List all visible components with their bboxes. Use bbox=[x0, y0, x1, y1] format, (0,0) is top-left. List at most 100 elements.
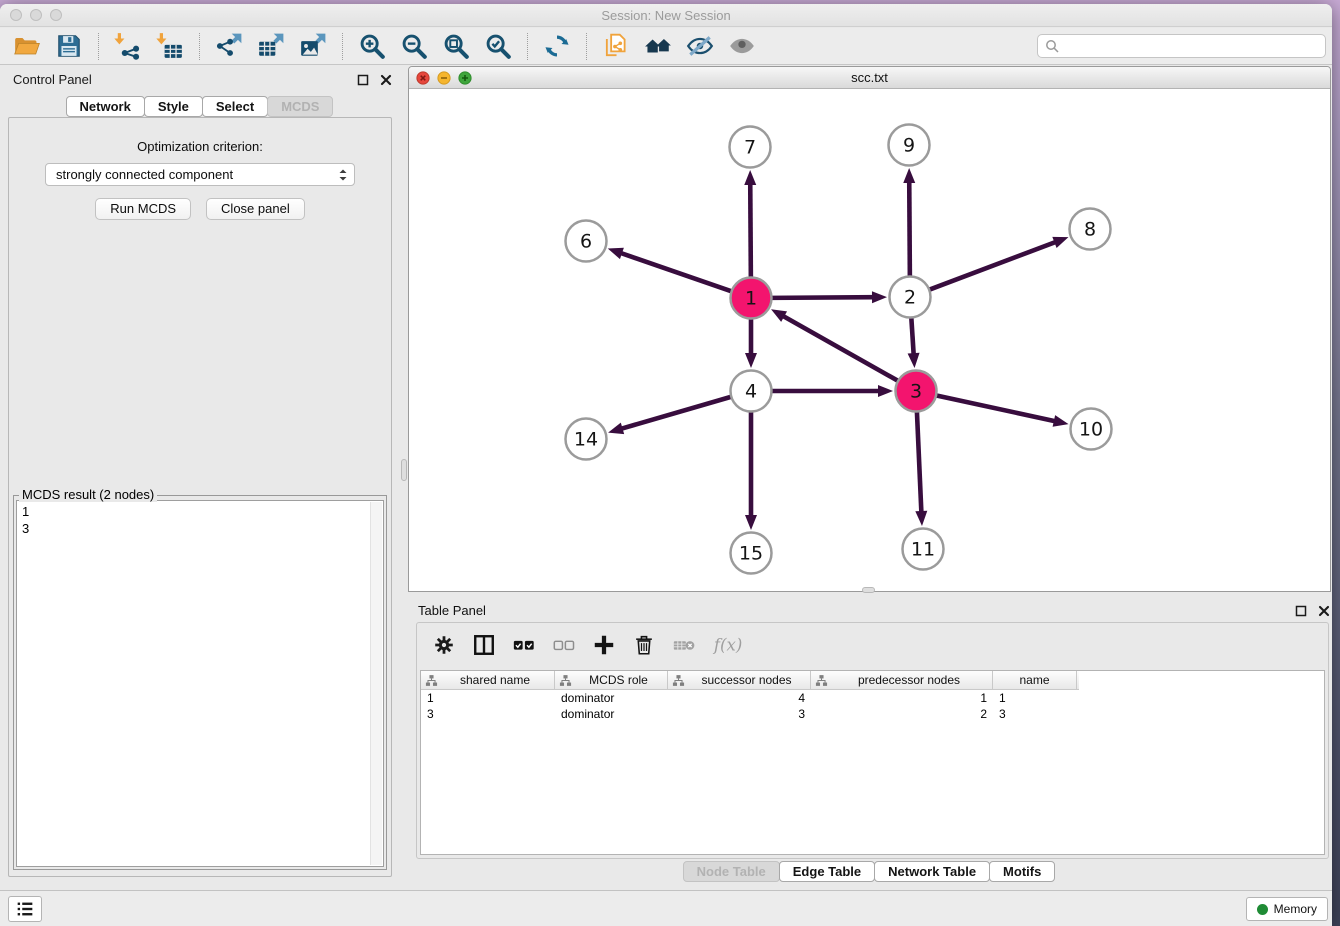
table-panel-window-buttons bbox=[1294, 604, 1331, 618]
tab-style[interactable]: Style bbox=[144, 96, 203, 117]
column-header-name[interactable]: name bbox=[993, 671, 1077, 689]
zoom-fit-button[interactable] bbox=[435, 30, 477, 62]
tab-mcds[interactable]: MCDS bbox=[267, 96, 333, 117]
edge-1-7[interactable] bbox=[750, 183, 751, 277]
tab-network[interactable]: Network bbox=[66, 96, 145, 117]
function-builder-button: f(x) bbox=[712, 632, 743, 658]
run-mcds-button[interactable]: Run MCDS bbox=[95, 198, 191, 220]
table-panel-title: Table Panel bbox=[418, 603, 486, 618]
table-row[interactable]: 1dominator411 bbox=[421, 690, 1324, 706]
mcds-result-area[interactable]: 13 bbox=[16, 500, 384, 867]
column-header-label: predecessor nodes bbox=[830, 673, 988, 687]
close-panel-icon[interactable] bbox=[379, 73, 393, 87]
export-image-button[interactable] bbox=[292, 30, 334, 62]
edge-1-2[interactable] bbox=[772, 297, 874, 298]
hide-selected-button[interactable] bbox=[679, 30, 721, 62]
zoom-selected-button[interactable] bbox=[477, 30, 519, 62]
table-tab-edge-table[interactable]: Edge Table bbox=[779, 861, 875, 882]
home-layout-button[interactable] bbox=[637, 30, 679, 62]
result-scrollbar[interactable] bbox=[370, 502, 382, 865]
tab-select[interactable]: Select bbox=[202, 96, 268, 117]
zoom-out-button[interactable] bbox=[393, 30, 435, 62]
tree-icon bbox=[672, 674, 685, 687]
close-table-panel-icon[interactable] bbox=[1317, 604, 1331, 618]
import-network-button[interactable] bbox=[107, 30, 149, 62]
mcds-panel: Optimization criterion: strongly connect… bbox=[8, 117, 392, 877]
save-session-button[interactable] bbox=[48, 30, 90, 62]
delete-row-button[interactable] bbox=[632, 632, 656, 658]
toolbar-separator bbox=[342, 33, 343, 60]
table-settings-button[interactable] bbox=[432, 632, 456, 658]
edge-arrowhead bbox=[1053, 415, 1069, 427]
close-panel-button[interactable]: Close panel bbox=[206, 198, 305, 220]
edge-arrowhead bbox=[903, 168, 915, 183]
table-body: 1dominator4113dominator323 bbox=[421, 690, 1324, 722]
edge-3-11[interactable] bbox=[917, 412, 921, 513]
column-header-successor-nodes[interactable]: successor nodes bbox=[668, 671, 811, 689]
dropdown-stepper-icon bbox=[335, 166, 351, 184]
table-tab-network-table[interactable]: Network Table bbox=[874, 861, 990, 882]
edge-1-6[interactable] bbox=[620, 253, 731, 291]
horizontal-splitter-handle[interactable] bbox=[862, 587, 875, 593]
cell-successor-nodes[interactable]: 4 bbox=[668, 690, 811, 706]
deselect-all-rows-button[interactable] bbox=[552, 632, 576, 658]
column-header-shared-name[interactable]: shared name bbox=[421, 671, 555, 689]
frame-maximize-icon[interactable] bbox=[458, 71, 472, 85]
edge-arrowhead bbox=[745, 353, 757, 368]
cell-name[interactable]: 3 bbox=[993, 706, 1077, 722]
add-column-button[interactable] bbox=[592, 632, 616, 658]
zoom-in-button[interactable] bbox=[351, 30, 393, 62]
show-all-button[interactable] bbox=[721, 30, 763, 62]
export-network-button[interactable] bbox=[208, 30, 250, 62]
search-field[interactable] bbox=[1037, 34, 1326, 58]
cell-name[interactable]: 1 bbox=[993, 690, 1077, 706]
table-header-row: shared name MCDS role successor nodes prede… bbox=[421, 671, 1079, 690]
import-table-button[interactable] bbox=[149, 30, 191, 62]
criterion-dropdown[interactable]: strongly connected component bbox=[45, 163, 355, 186]
main-titlebar[interactable]: Session: New Session bbox=[0, 4, 1332, 27]
select-all-rows-button[interactable] bbox=[512, 632, 536, 658]
cell-shared-name[interactable]: 1 bbox=[421, 690, 555, 706]
cell-predecessor-nodes[interactable]: 2 bbox=[811, 706, 993, 722]
open-network-file-button[interactable] bbox=[595, 30, 637, 62]
edge-arrowhead bbox=[878, 385, 893, 397]
open-session-button[interactable] bbox=[6, 30, 48, 62]
edge-3-10[interactable] bbox=[937, 395, 1056, 421]
delete-column-button bbox=[672, 632, 696, 658]
cell-predecessor-nodes[interactable]: 1 bbox=[811, 690, 993, 706]
cell-mcds-role[interactable]: dominator bbox=[555, 690, 668, 706]
edge-2-9[interactable] bbox=[909, 181, 910, 276]
edge-2-8[interactable] bbox=[930, 242, 1057, 290]
table-tab-motifs[interactable]: Motifs bbox=[989, 861, 1055, 882]
table-row[interactable]: 3dominator323 bbox=[421, 706, 1324, 722]
table-tab-node-table[interactable]: Node Table bbox=[683, 861, 780, 882]
cell-successor-nodes[interactable]: 3 bbox=[668, 706, 811, 722]
cell-mcds-role[interactable]: dominator bbox=[555, 706, 668, 722]
memory-status-dot bbox=[1257, 904, 1268, 915]
frame-close-icon[interactable] bbox=[416, 71, 430, 85]
edge-3-1[interactable] bbox=[782, 316, 897, 381]
memory-button[interactable]: Memory bbox=[1246, 897, 1328, 921]
edge-arrowhead bbox=[608, 423, 624, 435]
cell-shared-name[interactable]: 3 bbox=[421, 706, 555, 722]
vertical-splitter-handle[interactable] bbox=[401, 459, 407, 481]
column-header-mcds-role[interactable]: MCDS role bbox=[555, 671, 668, 689]
column-header-label: MCDS role bbox=[574, 673, 663, 687]
task-history-button[interactable] bbox=[8, 896, 42, 922]
status-bar: Memory bbox=[0, 890, 1332, 926]
frame-minimize-icon[interactable] bbox=[437, 71, 451, 85]
network-frame-titlebar[interactable]: scc.txt bbox=[409, 67, 1330, 89]
search-input[interactable] bbox=[1059, 36, 1325, 56]
float-panel-icon[interactable] bbox=[356, 73, 370, 87]
float-table-panel-icon[interactable] bbox=[1294, 604, 1308, 618]
refresh-view-button[interactable] bbox=[536, 30, 578, 62]
column-header-predecessor-nodes[interactable]: predecessor nodes bbox=[811, 671, 993, 689]
graph-node-label-15: 15 bbox=[739, 543, 763, 565]
edge-4-14[interactable] bbox=[621, 397, 731, 429]
network-canvas[interactable]: 1234678910111415 bbox=[409, 89, 1330, 591]
criterion-dropdown-value: strongly connected component bbox=[56, 167, 233, 182]
edge-2-3[interactable] bbox=[911, 318, 913, 355]
export-table-button[interactable] bbox=[250, 30, 292, 62]
toggle-column-view-button[interactable] bbox=[472, 632, 496, 658]
column-header-label: name bbox=[997, 673, 1072, 687]
